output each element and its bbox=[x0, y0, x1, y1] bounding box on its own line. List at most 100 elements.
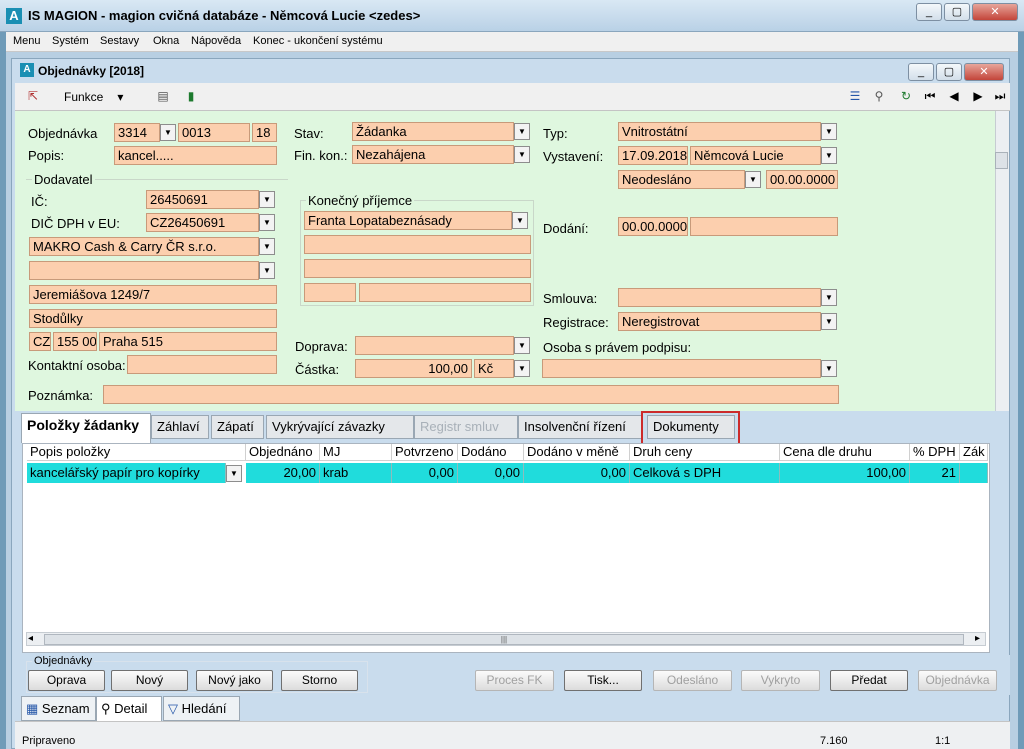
doprava-dropdown[interactable]: ▼ bbox=[514, 337, 530, 354]
menu-item-okna[interactable]: Okna bbox=[153, 35, 179, 47]
col-dph[interactable]: % DPH bbox=[910, 444, 960, 461]
prijemce-mesto-field[interactable] bbox=[359, 283, 531, 302]
kontakt-field[interactable] bbox=[127, 355, 277, 374]
menu-item-sestavy[interactable]: Sestavy bbox=[100, 35, 139, 47]
tab-detail[interactable]: ⚲ Detail bbox=[96, 696, 162, 723]
cell-cena-dle-druhu[interactable]: 100,00 bbox=[780, 463, 910, 483]
registrace-dropdown[interactable]: ▼ bbox=[821, 313, 837, 330]
tisk-button[interactable]: Tisk... bbox=[564, 670, 642, 691]
objednavka-cislo-field[interactable]: 0013 bbox=[178, 123, 250, 142]
cell-dph[interactable]: 21 bbox=[910, 463, 960, 483]
first-record-icon[interactable]: ⏮ bbox=[923, 89, 937, 103]
col-zak[interactable]: Zák bbox=[960, 444, 988, 461]
menu-item-system[interactable]: Systém bbox=[52, 35, 89, 47]
menu-item-napoveda[interactable]: Nápověda bbox=[191, 35, 241, 47]
mena-dropdown[interactable]: ▼ bbox=[514, 360, 530, 377]
dodani-poznamka-field[interactable] bbox=[690, 217, 838, 236]
firma-dropdown[interactable]: ▼ bbox=[259, 238, 275, 255]
poznamka-field[interactable] bbox=[103, 385, 839, 404]
export-icon[interactable]: ⇱ bbox=[26, 89, 40, 103]
psc-field[interactable]: 155 00 bbox=[53, 332, 97, 351]
prijemce-line2-field[interactable] bbox=[304, 235, 531, 254]
tab-polozky-zadanky[interactable]: Položky žádanky bbox=[21, 413, 151, 443]
ulice-field[interactable]: Jeremiášova 1249/7 bbox=[29, 285, 277, 304]
maximize-button[interactable]: ▢ bbox=[944, 3, 970, 21]
obec-field[interactable]: Stodůlky bbox=[29, 309, 277, 328]
col-popis-polozky[interactable]: Popis položky bbox=[27, 444, 246, 461]
vystaveni-datum-field[interactable]: 17.09.2018 bbox=[618, 146, 688, 165]
scroll-right-icon[interactable]: ▸ bbox=[975, 633, 980, 644]
form-scroll-thumb[interactable] bbox=[995, 152, 1008, 169]
vystaveni-osoba-field[interactable]: Němcová Lucie bbox=[690, 146, 821, 165]
prijemce-psc-field[interactable] bbox=[304, 283, 356, 302]
search-doc-icon[interactable]: ⚲ bbox=[872, 89, 886, 103]
cell-potvrzeno[interactable]: 0,00 bbox=[392, 463, 458, 483]
novy-jako-button[interactable]: Nový jako bbox=[196, 670, 273, 691]
child-minimize-button[interactable]: _ bbox=[908, 63, 934, 81]
stav-field[interactable]: Žádanka bbox=[352, 122, 514, 141]
cell-mj[interactable]: krab bbox=[320, 463, 392, 483]
typ-dropdown[interactable]: ▼ bbox=[821, 123, 837, 140]
next-record-icon[interactable]: ▶ bbox=[971, 89, 985, 103]
stav-dropdown[interactable]: ▼ bbox=[514, 123, 530, 140]
objednavka-rada-dropdown[interactable]: ▼ bbox=[160, 124, 176, 141]
odeslano-dropdown[interactable]: ▼ bbox=[745, 171, 761, 188]
cell-dodano[interactable]: 0,00 bbox=[458, 463, 524, 483]
oprava-button[interactable]: Oprava bbox=[28, 670, 105, 691]
finkon-dropdown[interactable]: ▼ bbox=[514, 146, 530, 163]
mesto-field[interactable]: Praha 515 bbox=[99, 332, 277, 351]
tab-hledani[interactable]: ▽ Hledání bbox=[163, 696, 240, 721]
dodani-field[interactable]: 00.00.0000 bbox=[618, 217, 688, 236]
objednavka-rada-field[interactable]: 3314 bbox=[114, 123, 160, 142]
tab-insolvencni-rizeni[interactable]: Insolvenční řízení bbox=[518, 415, 642, 439]
smlouva-field[interactable] bbox=[618, 288, 821, 307]
funkce-menu-button[interactable]: Funkce ▾ bbox=[64, 90, 123, 104]
minimize-button[interactable]: _ bbox=[916, 3, 942, 21]
typ-field[interactable]: Vnitrostátní bbox=[618, 122, 821, 141]
refresh-icon[interactable]: ↻ bbox=[899, 89, 913, 103]
last-record-icon[interactable]: ⏭ bbox=[993, 89, 1007, 103]
cell-druh-ceny[interactable]: Celková s DPH bbox=[630, 463, 780, 483]
dodavatel-firma2-field[interactable] bbox=[29, 261, 259, 280]
novy-button[interactable]: Nový bbox=[111, 670, 188, 691]
tab-zahlavi[interactable]: Záhlaví bbox=[151, 415, 209, 439]
tab-vykryvajici-zavazky[interactable]: Vykrývající závazky bbox=[266, 415, 414, 439]
tab-seznam[interactable]: ▦ Seznam bbox=[21, 696, 96, 721]
cell-objednano[interactable]: 20,00 bbox=[246, 463, 320, 483]
zeme-field[interactable]: CZ bbox=[29, 332, 51, 351]
col-dodano-v-mene[interactable]: Dodáno v měně bbox=[524, 444, 630, 461]
print-icon[interactable]: ▤ bbox=[156, 89, 170, 103]
castka-field[interactable]: 100,00 bbox=[355, 359, 472, 378]
menu-item-menu[interactable]: Menu bbox=[13, 35, 41, 47]
book-icon[interactable]: ▮ bbox=[184, 89, 198, 103]
ic-field[interactable]: 26450691 bbox=[146, 190, 259, 209]
close-button[interactable]: ✕ bbox=[972, 3, 1018, 21]
finkon-field[interactable]: Nezahájena bbox=[352, 145, 514, 164]
dodavatel-firma-field[interactable]: MAKRO Cash & Carry ČR s.r.o. bbox=[29, 237, 259, 256]
odeslano-field[interactable]: Neodesláno bbox=[618, 170, 745, 189]
col-druh-ceny[interactable]: Druh ceny bbox=[630, 444, 780, 461]
objednavka-rok-field[interactable]: 18 bbox=[252, 123, 277, 142]
ic-dropdown[interactable]: ▼ bbox=[259, 191, 275, 208]
scroll-left-icon[interactable]: ◂ bbox=[28, 633, 33, 644]
col-mj[interactable]: MJ bbox=[320, 444, 392, 461]
firma2-dropdown[interactable]: ▼ bbox=[259, 262, 275, 279]
list-icon[interactable]: ☰ bbox=[848, 89, 862, 103]
child-maximize-button[interactable]: ▢ bbox=[936, 63, 962, 81]
storno-button[interactable]: Storno bbox=[281, 670, 358, 691]
vystaveni-osoba-dropdown[interactable]: ▼ bbox=[821, 147, 837, 164]
popis-field[interactable]: kancel..... bbox=[114, 146, 277, 165]
podpis-field[interactable] bbox=[542, 359, 821, 378]
col-dodano[interactable]: Dodáno bbox=[458, 444, 524, 461]
grid-scroll-thumb[interactable]: ||| bbox=[44, 634, 964, 645]
registrace-field[interactable]: Neregistrovat bbox=[618, 312, 821, 331]
cell-dodano-v-mene[interactable]: 0,00 bbox=[524, 463, 630, 483]
cell-zak[interactable] bbox=[960, 463, 988, 483]
dic-field[interactable]: CZ26450691 bbox=[146, 213, 259, 232]
predat-button[interactable]: Předat bbox=[830, 670, 908, 691]
prijemce-dropdown[interactable]: ▼ bbox=[512, 212, 528, 229]
mena-field[interactable]: Kč bbox=[474, 359, 514, 378]
doprava-field[interactable] bbox=[355, 336, 514, 355]
cell-popis-dropdown[interactable]: ▼ bbox=[226, 465, 242, 482]
smlouva-dropdown[interactable]: ▼ bbox=[821, 289, 837, 306]
